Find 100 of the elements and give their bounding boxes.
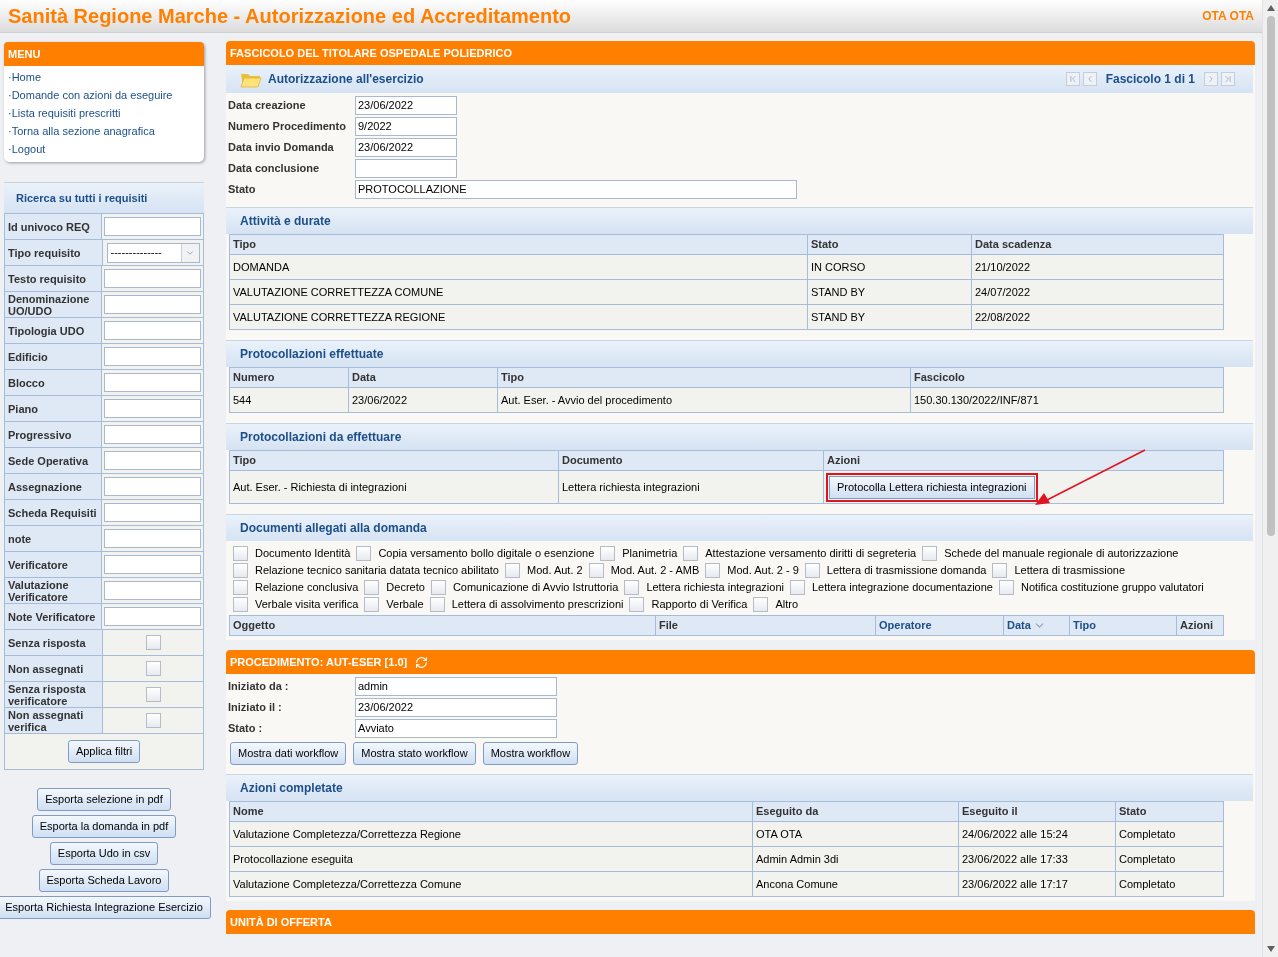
filter-label: Blocco	[5, 370, 102, 395]
table-cell: Protocollazione eseguita	[229, 846, 753, 872]
action-button[interactable]: Esporta Scheda Lavoro	[38, 869, 170, 892]
filter-field[interactable]	[104, 451, 201, 470]
table-cell: IN CORSO	[807, 254, 972, 280]
action-button[interactable]: Mostra dati workflow	[230, 742, 347, 765]
table-cell: 544	[229, 387, 349, 413]
table-cell: STAND BY	[807, 304, 972, 330]
checkbox[interactable]	[145, 635, 161, 650]
filter-field[interactable]	[104, 347, 201, 366]
checkbox[interactable]	[992, 562, 1008, 578]
section-title: Protocollazioni effettuate	[240, 346, 384, 363]
field-value[interactable]: 23/06/2022	[355, 137, 457, 157]
pager-label: Fascicolo 1 di 1	[1105, 71, 1195, 88]
table-cell: 23/06/2022 alle 17:17	[958, 871, 1116, 897]
field-value[interactable]	[355, 158, 457, 178]
checkbox[interactable]	[629, 596, 645, 612]
last-page-icon[interactable]	[1223, 74, 1233, 84]
field-label: Data creazione	[228, 97, 307, 113]
column-header[interactable]: Data	[1003, 615, 1070, 636]
filter-field[interactable]	[104, 373, 201, 392]
filter-field[interactable]	[104, 425, 201, 444]
checkbox[interactable]	[233, 545, 248, 561]
action-button[interactable]: Esporta Udo in csv	[49, 842, 159, 865]
checkbox[interactable]	[364, 596, 380, 612]
column-header[interactable]: Operatore	[875, 615, 1004, 636]
checkbox[interactable]	[356, 545, 372, 561]
filter-field[interactable]	[104, 529, 201, 548]
checkbox[interactable]	[789, 579, 805, 595]
checkbox[interactable]	[233, 596, 248, 612]
column-header[interactable]: Azioni	[1176, 615, 1224, 636]
checkbox[interactable]	[505, 562, 520, 578]
column-header: Tipo	[497, 367, 911, 388]
refresh-icon[interactable]	[415, 655, 429, 669]
checkbox[interactable]	[233, 579, 248, 595]
column-header: Data scadenza	[971, 234, 1224, 255]
field-value[interactable]: 9/2022	[355, 116, 457, 136]
next-page-icon[interactable]	[1206, 74, 1216, 84]
action-button[interactable]: Esporta Richiesta Integrazione Esercizio	[0, 896, 211, 919]
filter-label: Senza risposta verificatore	[5, 682, 103, 707]
field-label: Data invio Domanda	[228, 139, 335, 155]
filter-label: Verificatore	[5, 552, 102, 577]
document-option: Relazione conclusiva	[255, 579, 359, 595]
column-header[interactable]: File	[655, 615, 876, 636]
filter-field[interactable]	[104, 295, 201, 314]
field-value[interactable]: PROTOCOLLAZIONE	[355, 179, 797, 199]
action-button[interactable]: Esporta selezione in pdf	[37, 788, 171, 811]
filter-field[interactable]	[104, 503, 201, 522]
filter-dropdown[interactable]: --------------	[106, 242, 200, 263]
filter-field[interactable]	[104, 399, 201, 418]
field-value[interactable]: admin	[355, 677, 557, 696]
checkbox[interactable]	[804, 562, 820, 578]
checkbox[interactable]	[145, 661, 161, 676]
filter-field[interactable]	[104, 217, 201, 236]
menu-link[interactable]: ·Domande con azioni da eseguire	[4, 86, 204, 104]
table-cell: 23/06/2022	[348, 387, 498, 413]
field-value[interactable]: Avviato	[355, 719, 557, 738]
menu-link[interactable]: ·Home	[4, 68, 204, 86]
menu-link[interactable]: ·Torna alla sezione anagrafica	[4, 122, 204, 140]
menu-link[interactable]: ·Lista requisiti prescritti	[4, 104, 204, 122]
menu-link[interactable]: ·Logout	[4, 140, 204, 158]
checkbox[interactable]	[430, 579, 446, 595]
scrollbar-thumb[interactable]	[1266, 16, 1275, 536]
field-value[interactable]: 23/06/2022	[355, 95, 457, 115]
first-page-icon[interactable]	[1067, 74, 1078, 84]
table-cell: 21/10/2022	[971, 254, 1224, 280]
document-option: Verbale visita verifica	[255, 596, 359, 612]
column-header[interactable]: Tipo	[1069, 615, 1177, 636]
action-button[interactable]: Mostra stato workflow	[353, 742, 476, 765]
filter-field[interactable]	[104, 607, 201, 626]
scrollbar[interactable]	[1262, 0, 1278, 957]
filter-label: Scheda Requisiti	[5, 500, 102, 525]
checkbox[interactable]	[233, 562, 248, 578]
action-button[interactable]: Esporta la domanda in pdf	[31, 815, 177, 838]
table-cell: OTA OTA	[752, 821, 959, 847]
filter-label: Id univoco REQ	[5, 214, 102, 239]
checkbox[interactable]	[600, 545, 616, 561]
filter-field[interactable]	[104, 477, 201, 496]
checkbox[interactable]	[753, 596, 769, 612]
filter-field[interactable]	[104, 321, 201, 340]
checkbox[interactable]	[145, 687, 161, 702]
checkbox[interactable]	[588, 562, 604, 578]
checkbox[interactable]	[624, 579, 640, 595]
filter-field[interactable]	[104, 555, 201, 574]
checkbox[interactable]	[145, 713, 161, 728]
checkbox[interactable]	[683, 545, 699, 561]
action-button[interactable]: Protocolla Lettera richiesta integrazioni	[829, 475, 1035, 499]
filter-field[interactable]	[104, 581, 201, 600]
action-button[interactable]: Applica filtri	[67, 740, 141, 763]
field-value[interactable]: 23/06/2022	[355, 698, 557, 717]
checkbox[interactable]	[364, 579, 380, 595]
column-header: Fascicolo	[910, 367, 1224, 388]
checkbox[interactable]	[922, 545, 938, 561]
checkbox[interactable]	[429, 596, 445, 612]
action-button[interactable]: Mostra workflow	[482, 742, 579, 765]
filter-field[interactable]	[104, 269, 201, 288]
bar-title: FASCICOLO DEL TITOLARE OSPEDALE POLIEDRICO	[230, 45, 512, 61]
checkbox[interactable]	[998, 579, 1014, 595]
column-header[interactable]: Oggetto	[229, 615, 656, 636]
checkbox[interactable]	[705, 562, 721, 578]
